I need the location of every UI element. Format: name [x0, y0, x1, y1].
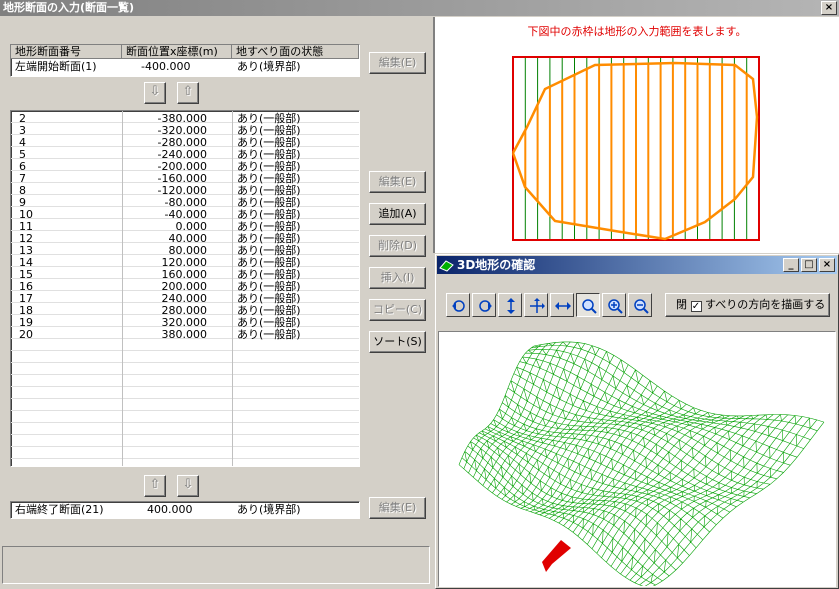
zoom-in-icon: [608, 299, 623, 314]
end-section-label[interactable]: 右端終了断面(21): [15, 504, 104, 516]
row-x-coordinate: 380.000: [161, 328, 208, 341]
slip-direction-checkbox[interactable]: ✓: [690, 301, 702, 312]
move-all-button[interactable]: [524, 293, 548, 317]
insert-button[interactable]: 挿入(I): [369, 267, 426, 289]
end-section-state[interactable]: あり(境界部): [237, 504, 301, 516]
terrain-3d-view[interactable]: [438, 331, 836, 587]
zoom-in-button[interactable]: [602, 293, 626, 317]
move-vertical-button[interactable]: [498, 293, 522, 317]
slip-direction-checkbox-area[interactable]: 閉 ✓ すべりの方向を描画する: [665, 293, 830, 317]
move-all-icon: [530, 298, 545, 313]
row-number: 20: [19, 328, 33, 341]
start-section-table: 地形断面番号 断面位置x座標(m) 地すべり面の状態 左端開始断面(1) -40…: [10, 44, 360, 77]
zoom-out-button[interactable]: [628, 293, 652, 317]
copy-button[interactable]: コピー(C): [369, 299, 426, 321]
sort-button[interactable]: ソート(S): [369, 331, 426, 353]
start-section-x[interactable]: -400.000: [141, 61, 190, 73]
add-button[interactable]: 追加(A): [369, 203, 426, 225]
edit-start-button[interactable]: 編集(E): [369, 52, 426, 74]
slip-direction-arrow: [542, 540, 571, 572]
end-section-x[interactable]: 400.000: [147, 504, 193, 516]
rotate-right-icon: [479, 300, 492, 312]
terrain-mesh-canvas: [458, 341, 825, 586]
table-row[interactable]: 20 380.000 あり(一般部): [11, 329, 359, 341]
title-bar: 地形断面の入力(断面一覧) ×: [0, 0, 839, 16]
move-down-button-bottom[interactable]: ⇩: [177, 475, 199, 497]
row-slip-state: あり(一般部): [237, 328, 301, 341]
move-up-button-bottom[interactable]: ⇧: [144, 475, 166, 497]
edit-end-button[interactable]: 編集(E): [369, 497, 426, 519]
plan-view: 下図中の赤枠は地形の入力範囲を表します。: [433, 17, 839, 253]
terrain-wireframe: [458, 341, 825, 586]
header-section-number[interactable]: 地形断面番号: [11, 45, 122, 59]
move-down-button-top[interactable]: ⇩: [144, 82, 166, 104]
close-button[interactable]: ×: [821, 1, 837, 15]
rotate-right-button[interactable]: [472, 293, 496, 317]
end-section-table: 右端終了断面(21) 400.000 あり(境界部): [10, 501, 360, 519]
maximize-button[interactable]: □: [801, 258, 817, 272]
zoom-out-icon: [634, 299, 649, 314]
edit-button[interactable]: 編集(E): [369, 171, 426, 193]
terrain-app-icon: [439, 260, 454, 272]
delete-button[interactable]: 削除(D): [369, 235, 426, 257]
plan-drawing: [511, 56, 760, 241]
zoom-region-icon: [582, 299, 597, 314]
status-area: [2, 546, 430, 584]
terrain-3d-titlebar: 3D地形の確認 _ □ ×: [437, 256, 837, 274]
header-slip-state[interactable]: 地すべり面の状態: [232, 45, 359, 59]
minimize-button[interactable]: _: [783, 258, 799, 272]
landslide-boundary: [511, 61, 759, 241]
rotate-left-icon: [452, 300, 465, 312]
zoom-region-button[interactable]: [576, 293, 600, 317]
checkbox-prefix: 閉: [676, 298, 687, 311]
start-section-state[interactable]: あり(境界部): [237, 61, 301, 73]
close-3d-button[interactable]: ×: [819, 258, 835, 272]
terrain-3d-title: 3D地形の確認: [457, 258, 536, 272]
move-up-button-top[interactable]: ⇧: [177, 82, 199, 104]
move-horizontal-icon: [555, 302, 571, 310]
rotate-left-button[interactable]: [446, 293, 470, 317]
slip-direction-label: すべりの方向を描画する: [705, 298, 826, 311]
window-title: 地形断面の入力(断面一覧): [3, 1, 135, 14]
move-vertical-icon: [507, 298, 515, 314]
section-list[interactable]: 2 -380.000 あり(一般部) 3 -320.000 あり(一般部) 4 -280.00…: [10, 110, 360, 467]
start-section-label[interactable]: 左端開始断面(1): [15, 61, 97, 73]
terrain-3d-window: 3D地形の確認 _ □ × 閉 ✓ すべりの方向を描画する: [435, 254, 839, 589]
terrain-mesh: [458, 341, 825, 586]
header-x-coordinate[interactable]: 断面位置x座標(m): [122, 45, 232, 59]
move-horizontal-button[interactable]: [550, 293, 574, 317]
